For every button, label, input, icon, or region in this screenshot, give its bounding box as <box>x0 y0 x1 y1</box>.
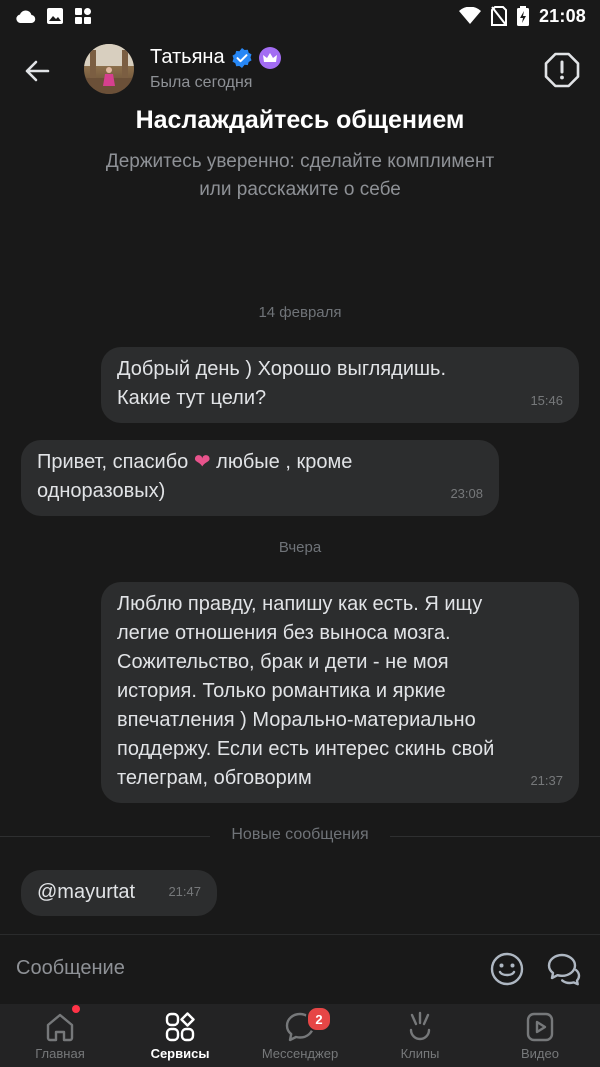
message-text: история. Только романтика и яркие <box>117 680 446 702</box>
message-text: телеграм, обговорим <box>117 767 312 789</box>
smile-icon[interactable] <box>489 951 525 987</box>
tab-services[interactable]: Сервисы <box>120 1004 240 1067</box>
tab-label: Сервисы <box>150 1046 210 1061</box>
alert-octagon-icon[interactable] <box>544 52 580 88</box>
intro-title: Наслаждайтесь общением <box>135 106 465 134</box>
message-incoming[interactable]: @mayurtat 21:47 <box>21 870 217 916</box>
tab-video[interactable]: Видео <box>480 1004 600 1067</box>
no-sim-icon <box>490 6 507 26</box>
new-messages-divider: Новые сообщения <box>0 826 600 846</box>
unread-badge: 2 <box>306 1006 332 1032</box>
message-time: 15:46 <box>530 393 563 408</box>
tab-label: Главная <box>35 1046 85 1061</box>
battery-charging-icon <box>516 6 529 26</box>
tab-clips[interactable]: Клипы <box>360 1004 480 1067</box>
message-outgoing[interactable]: Добрый день ) Хорошо выглядишь. Какие ту… <box>101 347 579 423</box>
message-time: 23:08 <box>450 486 483 501</box>
date-separator: 14 февраля <box>258 304 342 321</box>
services-icon <box>165 1012 195 1042</box>
message-text: легие отношения без выноса мозга. <box>117 622 451 644</box>
home-icon <box>46 1013 74 1042</box>
tab-label: Мессенджер <box>261 1046 339 1061</box>
cloud-icon <box>16 10 36 24</box>
clock: 21:08 <box>538 5 586 26</box>
message-text: Привет, спасибо ❤ любые , кроме <box>37 448 483 477</box>
contact-name[interactable]: Татьяна <box>150 46 225 69</box>
last-seen-status: Была сегодня <box>150 74 253 91</box>
crown-icon <box>258 46 281 69</box>
tab-home[interactable]: Главная <box>0 1004 120 1067</box>
message-text-part: любые , кроме <box>210 451 353 473</box>
message-text: Сожительство, брак и дети - не моя <box>117 651 449 673</box>
chat-header: Татьяна Была сегодня <box>0 32 600 108</box>
notification-dot <box>72 1005 80 1013</box>
widgets-icon <box>75 8 91 24</box>
message-input[interactable] <box>16 957 456 980</box>
date-separator: Вчера <box>278 539 322 556</box>
avatar[interactable] <box>84 44 134 94</box>
verified-icon <box>232 47 252 68</box>
message-time: 21:37 <box>530 773 563 788</box>
intro-subtitle-line: Держитесь уверенно: сделайте комплимент <box>105 151 495 172</box>
intro-subtitle: Держитесь уверенно: сделайте комплимент … <box>60 148 540 204</box>
message-text: Добрый день ) Хорошо выглядишь. <box>117 358 447 380</box>
message-text: Какие тут цели? <box>117 387 267 409</box>
message-composer <box>0 934 600 1004</box>
arrow-left-icon[interactable] <box>20 54 54 88</box>
message-text: поддержу. Если есть интерес скинь свой <box>117 738 495 760</box>
tab-label: Клипы <box>400 1046 440 1061</box>
intro-subtitle-line: или расскажите о себе <box>199 179 401 200</box>
message-time: 21:47 <box>168 884 201 899</box>
message-text: одноразовых) <box>37 480 166 502</box>
tab-label: Видео <box>521 1046 559 1061</box>
tab-messenger[interactable]: 2 Мессенджер <box>240 1004 360 1067</box>
bottom-tab-bar: Главная Сервисы 2 Мессенджер Клипы Видео <box>0 1004 600 1067</box>
message-outgoing[interactable]: Люблю правду, напишу как есть. Я ищу лег… <box>101 582 579 803</box>
message-text: впечатления ) Морально-материально <box>117 709 476 731</box>
message-text-part: Привет, спасибо <box>37 451 194 473</box>
new-messages-label: Новые сообщения <box>231 826 369 843</box>
status-bar: 21:08 <box>0 0 600 32</box>
message-incoming[interactable]: Привет, спасибо ❤ любые , кроме одноразо… <box>21 440 499 516</box>
heart-emoji: ❤ <box>193 451 211 473</box>
chats-icon[interactable] <box>546 951 582 987</box>
image-icon <box>47 8 63 24</box>
wifi-icon <box>458 7 481 24</box>
clips-icon <box>409 1011 431 1041</box>
message-text: Люблю правду, напишу как есть. Я ищу <box>117 593 483 615</box>
video-icon <box>526 1012 554 1042</box>
